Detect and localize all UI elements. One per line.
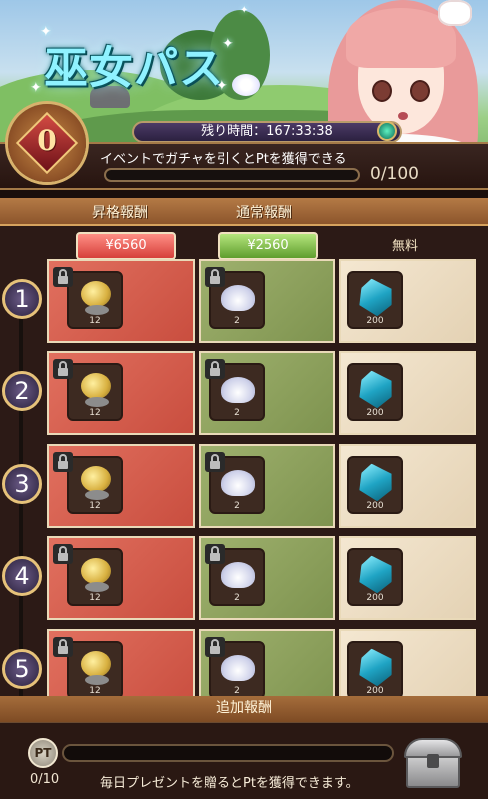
lock-icon: [205, 637, 225, 657]
free-reward-item[interactable]: 200: [347, 363, 403, 421]
premium-reward-card[interactable]: 12: [47, 259, 195, 343]
treasure-chest-icon[interactable]: [402, 736, 464, 790]
row-level-badge: 5: [2, 649, 42, 689]
reward-quantity: 2: [234, 593, 240, 603]
lotus-icon: [221, 285, 255, 311]
sparkle-icon: ✦: [30, 80, 42, 96]
lotus-icon: [221, 655, 255, 681]
premium-reward-item[interactable]: 12: [67, 271, 123, 329]
reward-quantity: 2: [234, 686, 240, 696]
pt-progress-text: 0/100: [370, 164, 419, 184]
lock-icon: [205, 452, 225, 472]
reward-quantity: 12: [89, 316, 101, 326]
free-reward-item[interactable]: 200: [347, 548, 403, 606]
reward-quantity: 200: [366, 316, 384, 326]
premium-reward-item[interactable]: 12: [67, 363, 123, 421]
reward-row: 1 12 2 200: [0, 259, 488, 345]
pt-progress-bar: [104, 168, 360, 182]
divider: [0, 190, 488, 198]
reward-quantity: 200: [366, 593, 384, 603]
premium-reward-item[interactable]: 12: [67, 456, 123, 514]
gold-flower-icon: [81, 373, 111, 407]
extra-reward-title: 追加報酬: [0, 696, 488, 722]
lock-icon: [53, 359, 73, 379]
premium-column-title: 昇格報酬: [92, 205, 148, 221]
extra-pt-description: 毎日プレゼントを贈るとPtを獲得できます。: [100, 776, 359, 791]
free-reward-card[interactable]: 200: [339, 444, 476, 528]
free-reward-card[interactable]: 200: [339, 351, 476, 435]
remaining-time: 残り時間：167:33:38: [132, 121, 402, 143]
premium-reward-item[interactable]: 12: [67, 548, 123, 606]
free-column-label: 無料: [392, 239, 419, 254]
reward-quantity: 12: [89, 593, 101, 603]
premium-reward-card[interactable]: 12: [47, 444, 195, 528]
row-level-badge: 4: [2, 556, 42, 596]
reward-quantity: 2: [234, 408, 240, 418]
lock-icon: [53, 637, 73, 657]
reward-quantity: 2: [234, 501, 240, 511]
normal-column-title: 通常報酬: [236, 205, 292, 221]
row-level-badge: 2: [2, 371, 42, 411]
reward-quantity: 12: [89, 501, 101, 511]
reward-row: 4 12 2 200: [0, 536, 488, 622]
row-level-badge: 1: [2, 279, 42, 319]
blue-crystal-icon: [355, 554, 398, 597]
pass-title: 巫女パス: [44, 43, 224, 94]
sparkle-icon: ✦: [40, 24, 52, 40]
premium-reward-card[interactable]: 12: [47, 351, 195, 435]
reward-row: 2 12 2 200: [0, 351, 488, 437]
sparkle-icon: ✦: [222, 36, 234, 52]
free-reward-card[interactable]: 200: [339, 536, 476, 620]
reward-row: 3 12 2 200: [0, 444, 488, 530]
lotus-icon: [221, 377, 255, 403]
normal-reward-card[interactable]: 2: [199, 536, 335, 620]
reward-quantity: 200: [366, 686, 384, 696]
normal-reward-card[interactable]: 2: [199, 351, 335, 435]
reward-quantity: 2: [234, 316, 240, 326]
gold-flower-icon: [81, 466, 111, 500]
gem-icon: [377, 121, 397, 141]
gold-flower-icon: [81, 558, 111, 592]
free-reward-item[interactable]: 200: [347, 641, 403, 699]
lock-icon: [205, 359, 225, 379]
lotus-icon: [221, 470, 255, 496]
lock-icon: [205, 544, 225, 564]
row-level-badge: 3: [2, 464, 42, 504]
free-reward-card[interactable]: 200: [339, 259, 476, 343]
gold-flower-icon: [81, 651, 111, 685]
normal-purchase-button[interactable]: ¥2560: [218, 232, 318, 260]
blue-crystal-icon: [355, 462, 398, 505]
premium-purchase-button[interactable]: ¥6560: [76, 232, 176, 260]
gold-flower-icon: [81, 281, 111, 315]
background-lotus: [232, 74, 260, 96]
premium-reward-item[interactable]: 12: [67, 641, 123, 699]
lock-icon: [53, 452, 73, 472]
sparkle-icon: ✦: [240, 5, 249, 16]
free-reward-item[interactable]: 200: [347, 271, 403, 329]
reward-quantity: 12: [89, 408, 101, 418]
lock-icon: [53, 544, 73, 564]
premium-reward-card[interactable]: 12: [47, 536, 195, 620]
lotus-icon: [221, 562, 255, 588]
blue-crystal-icon: [355, 369, 398, 412]
blue-crystal-icon: [355, 647, 398, 690]
pt-info-text: イベントでガチャを引くとPtを獲得できる: [100, 152, 347, 167]
pass-level-number: 0: [37, 124, 57, 157]
normal-reward-card[interactable]: 2: [199, 444, 335, 528]
reward-quantity: 12: [89, 686, 101, 696]
lock-icon: [205, 267, 225, 287]
pt-badge-icon: PT: [28, 738, 58, 768]
reward-quantity: 200: [366, 501, 384, 511]
extra-pt-progress-bar: [62, 744, 394, 762]
blue-crystal-icon: [355, 277, 398, 320]
lock-icon: [53, 267, 73, 287]
sparkle-icon: ✦: [216, 78, 228, 94]
free-reward-item[interactable]: 200: [347, 456, 403, 514]
reward-quantity: 200: [366, 408, 384, 418]
extra-pt-count: 0/10: [30, 772, 60, 787]
pass-level-medal: 0: [8, 104, 86, 182]
normal-reward-card[interactable]: 2: [199, 259, 335, 343]
